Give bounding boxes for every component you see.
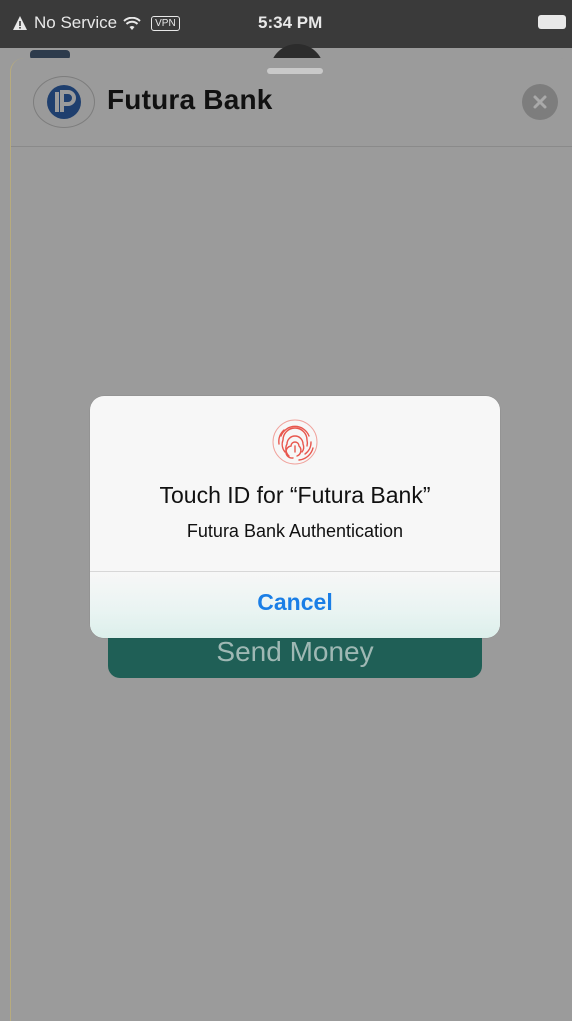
close-button[interactable] xyxy=(522,84,558,120)
fingerprint-icon xyxy=(271,418,319,466)
cancel-button[interactable]: Cancel xyxy=(90,572,500,638)
close-icon xyxy=(533,95,547,109)
app-logo xyxy=(33,76,95,128)
sheet-header: Futura Bank xyxy=(11,58,572,147)
alert-title: Touch ID for “Futura Bank” xyxy=(159,482,431,508)
warning-icon xyxy=(12,15,28,31)
status-time: 5:34 PM xyxy=(258,13,323,32)
app-name: Futura Bank xyxy=(107,84,273,115)
alert-message: Futura Bank Authentication xyxy=(186,521,404,541)
wifi-icon xyxy=(123,16,141,30)
battery-icon xyxy=(538,15,566,29)
carrier-text: No Service xyxy=(34,13,118,32)
screen: No Service VPN 5:34 PM Futura Bank Send … xyxy=(0,0,572,1021)
vpn-badge: VPN xyxy=(151,15,180,31)
status-bar: No Service VPN 5:34 PM xyxy=(0,0,572,48)
status-left: No Service VPN xyxy=(12,13,180,33)
touch-id-alert: Touch ID for “Futura Bank” Futura Bank A… xyxy=(90,396,500,638)
